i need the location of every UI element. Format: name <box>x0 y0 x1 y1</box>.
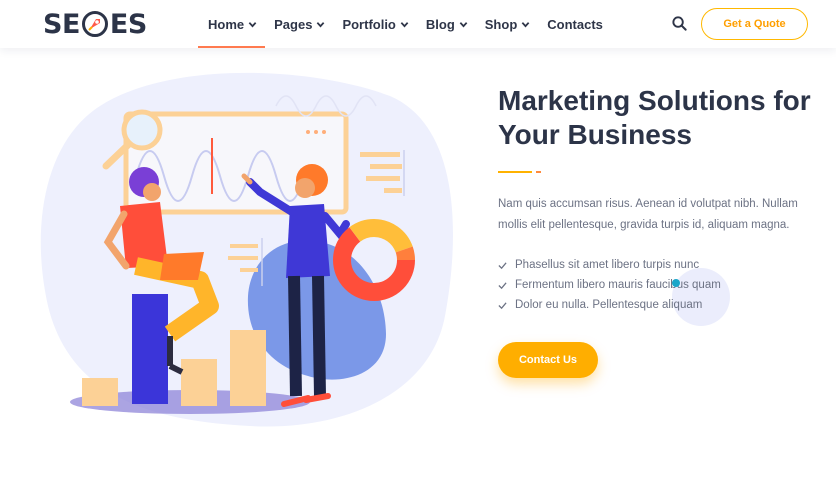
nav-item-label: Contacts <box>547 16 603 32</box>
logo[interactable]: SE ES <box>43 8 147 40</box>
hero-title-rest: for <box>765 85 811 116</box>
search-icon[interactable] <box>671 15 688 32</box>
chevron-down-icon <box>317 21 325 27</box>
chevron-down-icon <box>459 21 468 27</box>
feature-text: Fermentum libero mauris faucibus quam <box>515 279 721 291</box>
nav-item-shop[interactable]: Shop <box>485 0 531 48</box>
feature-item: Phasellus sit amet libero turpis nunc <box>498 255 721 275</box>
logo-text-right: ES <box>109 8 147 40</box>
nav-item-label: Blog <box>425 16 455 32</box>
title-divider <box>498 171 543 174</box>
check-icon <box>498 301 507 309</box>
nav-item-label: Shop <box>484 16 518 32</box>
feature-text: Phasellus sit amet libero turpis nunc <box>515 259 700 271</box>
feature-item: Fermentum libero mauris faucibus quam <box>498 275 721 295</box>
marketing-illustration <box>40 72 453 427</box>
nav-item-home[interactable]: Home <box>197 0 266 48</box>
nav-item-label: Pages <box>274 16 313 32</box>
site-header: SE ES Home Pages Portfolio Blog Shop Con… <box>0 0 836 48</box>
chevron-down-icon <box>248 21 257 27</box>
check-icon <box>498 281 507 289</box>
pedestal <box>132 294 168 404</box>
hero-title-bold: Marketing Solutions <box>498 85 766 116</box>
chevron-down-icon <box>521 21 530 27</box>
check-icon <box>498 261 507 269</box>
get-a-quote-button[interactable]: Get a Quote <box>701 8 808 40</box>
logo-text-left: SE <box>43 8 80 40</box>
main-nav: Home Pages Portfolio Blog Shop Contacts <box>197 0 603 48</box>
feature-list: Phasellus sit amet libero turpis nunc Fe… <box>498 255 721 315</box>
nav-item-portfolio[interactable]: Portfolio <box>342 0 409 48</box>
chevron-down-icon <box>400 21 409 27</box>
feature-item: Dolor eu nulla. Pellentesque aliquam <box>498 295 721 315</box>
nav-item-blog[interactable]: Blog <box>426 0 468 48</box>
hero-title: Marketing Solutions for Your Business <box>498 84 828 152</box>
rocket-logo-icon <box>81 11 108 37</box>
contact-us-button[interactable]: Contact Us <box>498 342 598 378</box>
nav-item-label: Portfolio <box>342 16 396 32</box>
nav-item-label: Home <box>208 16 245 32</box>
nav-item-contacts[interactable]: Contacts <box>547 0 603 48</box>
decorative-dot <box>672 279 680 287</box>
hero-description: Nam quis accumsan risus. Aenean id volut… <box>498 198 798 231</box>
nav-item-pages[interactable]: Pages <box>274 0 325 48</box>
feature-text: Dolor eu nulla. Pellentesque aliquam <box>515 299 703 311</box>
hero-title-line-2: Your Business <box>498 119 692 150</box>
